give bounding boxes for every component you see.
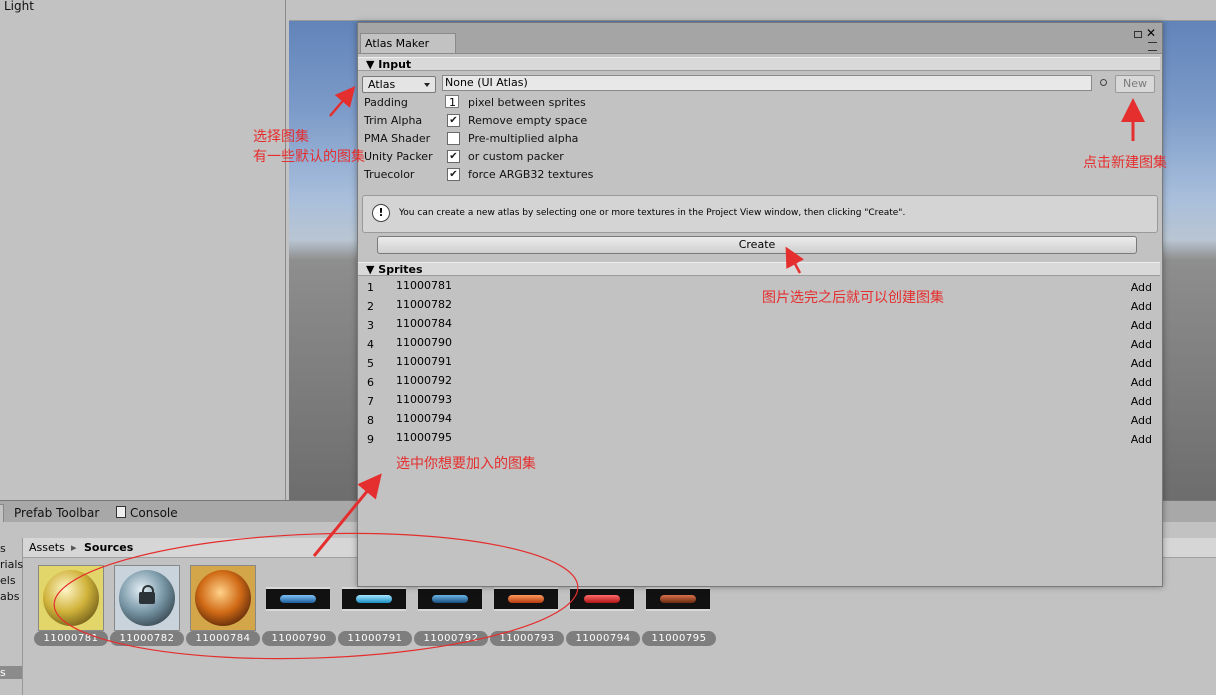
arrow-to-create-button [785, 246, 804, 274]
annotation-new-atlas: 点击新建图集 [1083, 155, 1167, 171]
annotation-create-after: 图片选完之后就可以创建图集 [762, 290, 944, 306]
annotation-select-images: 选中你想要加入的图集 [396, 456, 536, 472]
arrow-to-sprite-list [312, 473, 382, 557]
selection-ellipse [53, 532, 579, 660]
arrow-to-atlas-dropdown [329, 86, 356, 117]
annotation-layer [53, 86, 1145, 660]
annotation-select-atlas: 选择图集 [253, 129, 309, 145]
annotation-default-atlas: 有一些默认的图集 [253, 149, 365, 165]
